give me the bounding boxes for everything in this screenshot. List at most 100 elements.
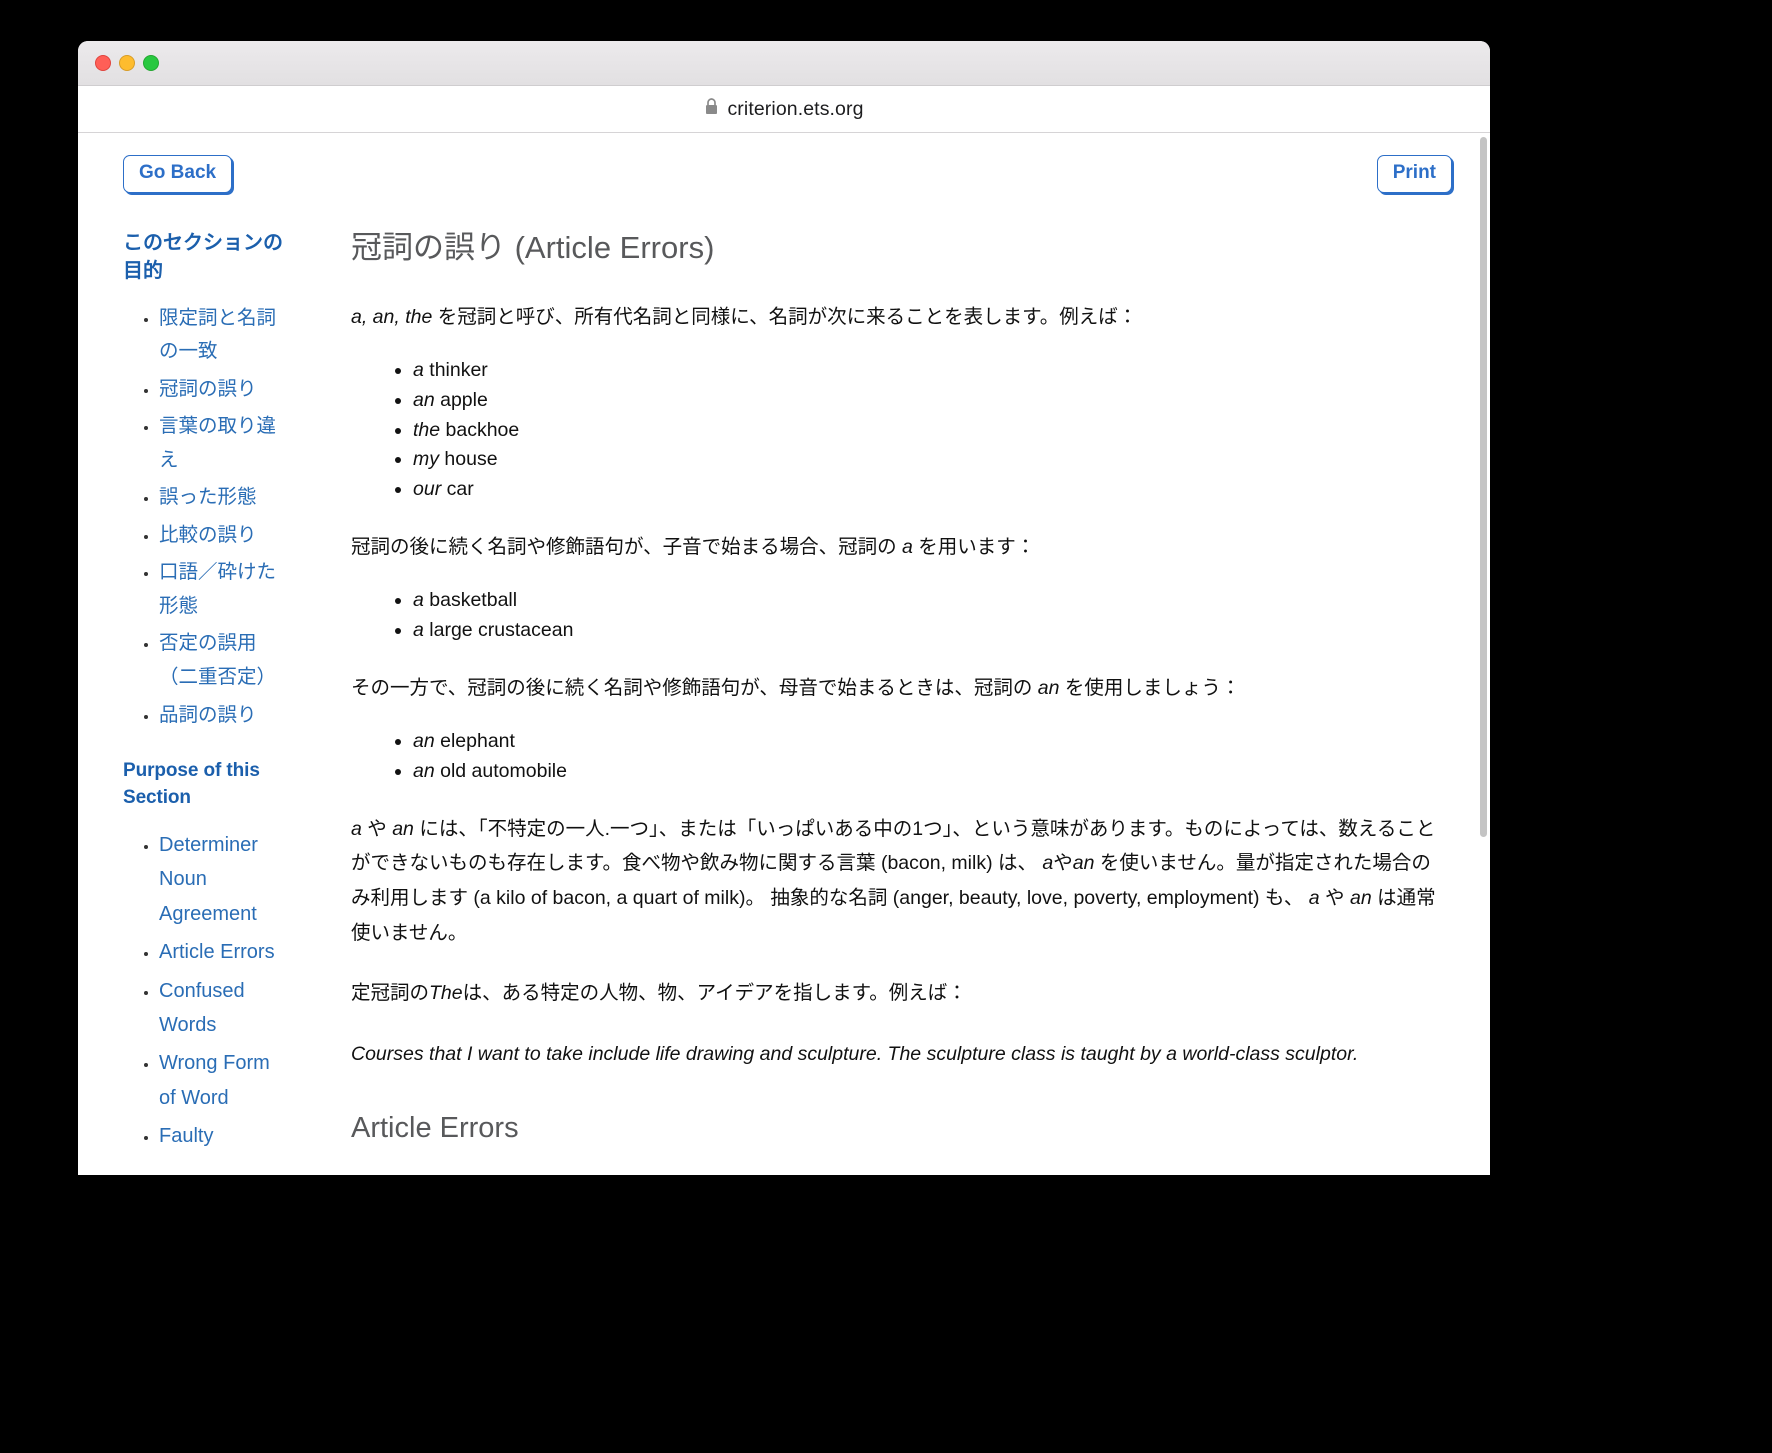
- consonant-article-emphasis: a: [902, 535, 913, 558]
- sidebar-item-wrong-part-of-speech-ja[interactable]: 品詞の誤り: [159, 704, 257, 726]
- browser-url-bar[interactable]: criterion.ets.org: [78, 86, 1490, 133]
- example-article: an: [413, 389, 435, 411]
- page-toolbar: Go Back Print: [78, 133, 1490, 193]
- go-back-button[interactable]: Go Back: [123, 155, 233, 193]
- page-viewport: Go Back Print このセクションの目的 限定詞と名詞の一致 冠詞の誤り…: [78, 133, 1490, 1175]
- minimize-window-button[interactable]: [119, 55, 135, 71]
- list-item: an apple: [413, 386, 1442, 415]
- list-item: Determiner Noun Agreement: [159, 828, 291, 931]
- list-item: Confused Words: [159, 974, 291, 1043]
- example-article: my: [413, 448, 439, 471]
- example-noun: backhoe: [440, 418, 520, 441]
- intro-text: を冠詞と呼び、所有代名詞と同様に、名詞が次に来ることを表します。例えば：: [432, 305, 1138, 328]
- article-body: 冠詞の誤り (Article Errors) a, an, the を冠詞と呼び…: [305, 229, 1452, 1175]
- sidebar-item-double-negative-ja[interactable]: 否定の誤用（二重否定）: [159, 632, 276, 688]
- long-em-4: an: [1072, 852, 1095, 875]
- sidebar-list-japanese: 限定詞と名詞の一致 冠詞の誤り 言葉の取り違え 誤った形態 比較の誤り 口語／砕…: [123, 302, 291, 732]
- example-article: a: [413, 589, 424, 612]
- list-item: an elephant: [413, 727, 1442, 756]
- example-list-consonant: a basketball a large crustacean: [351, 586, 1442, 644]
- example-article: an: [413, 760, 435, 782]
- example-noun: old automobile: [434, 760, 567, 782]
- list-item: Article Errors: [159, 935, 291, 969]
- the-emphasis: The: [429, 982, 463, 1005]
- traffic-light-group: [95, 55, 159, 71]
- maximize-window-button[interactable]: [143, 55, 159, 71]
- list-item: an old automobile: [413, 757, 1442, 786]
- browser-window: criterion.ets.org Go Back Print このセクションの…: [78, 41, 1490, 1175]
- the-text-end: は、ある特定の人物、物、アイデアを指します。例えば：: [462, 982, 967, 1005]
- desktop-background: criterion.ets.org Go Back Print このセクションの…: [0, 0, 1772, 1453]
- print-button[interactable]: Print: [1376, 155, 1452, 193]
- sidebar-item-faulty-comparison-ja[interactable]: 比較の誤り: [159, 524, 257, 546]
- example-list-vowel: an elephant an old automobile: [351, 727, 1442, 785]
- close-window-button[interactable]: [95, 55, 111, 71]
- consonant-text-end: を用います：: [912, 535, 1036, 558]
- paragraph-consonant-rule: 冠詞の後に続く名詞や修飾語句が、子音で始まる場合、冠詞の a を用います：: [351, 530, 1442, 565]
- sidebar-item-article-errors[interactable]: Article Errors: [159, 941, 275, 963]
- browser-titlebar: [78, 41, 1490, 86]
- paragraph-english-intro: A, an, and the are articles, which along…: [351, 1172, 1442, 1175]
- long-em-3: a: [1042, 852, 1054, 875]
- vowel-text-end: を使用しましょう：: [1059, 676, 1241, 699]
- example-article: an: [413, 730, 435, 753]
- consonant-text-start: 冠詞の後に続く名詞や修飾語句が、子音で始まる場合、冠詞の: [351, 535, 903, 558]
- long-text-3: や: [1053, 852, 1073, 875]
- sidebar-heading-english: Purpose of this Section: [123, 760, 260, 809]
- example-noun: car: [441, 477, 474, 500]
- list-item: 品詞の誤り: [159, 699, 291, 733]
- list-item: 口語／砕けた形態: [159, 556, 291, 623]
- page-scrollbar-thumb[interactable]: [1480, 137, 1487, 837]
- vowel-article-emphasis: an: [1037, 676, 1060, 699]
- page-title-japanese: 冠詞の誤り (Article Errors): [351, 229, 715, 265]
- list-item: a thinker: [413, 356, 1442, 385]
- sidebar-nav: このセクションの目的 限定詞と名詞の一致 冠詞の誤り 言葉の取り違え 誤った形態…: [123, 229, 305, 1175]
- intro-paragraph-japanese: a, an, the を冠詞と呼び、所有代名詞と同様に、名詞が次に来ることを表し…: [351, 300, 1442, 335]
- long-em-2: an: [392, 817, 414, 840]
- example-sentence-courses: Courses that I want to take include life…: [351, 1043, 1359, 1066]
- list-item: 言葉の取り違え: [159, 410, 291, 477]
- list-item: our car: [413, 475, 1442, 504]
- url-text: criterion.ets.org: [727, 97, 864, 120]
- long-em-6: an: [1349, 887, 1372, 910]
- list-item: a large crustacean: [413, 616, 1442, 645]
- paragraph-vowel-rule: その一方で、冠詞の後に続く名詞や修飾語句が、母音で始まるときは、冠詞の an を…: [351, 671, 1442, 706]
- the-text-start: 定冠詞の: [351, 982, 430, 1005]
- example-article: our: [413, 477, 442, 500]
- paragraph-definite-article: 定冠詞のTheは、ある特定の人物、物、アイデアを指します。例えば：: [351, 976, 1442, 1011]
- list-item: a basketball: [413, 586, 1442, 615]
- long-text-1: や: [361, 817, 393, 840]
- sidebar-item-wrong-form-of-word[interactable]: Wrong Form of Word: [159, 1052, 270, 1108]
- sidebar-item-determiner-noun-agreement-ja[interactable]: 限定詞と名詞の一致: [159, 307, 276, 363]
- sidebar-item-determiner-noun-agreement[interactable]: Determiner Noun Agreement: [159, 834, 258, 925]
- list-item: 冠詞の誤り: [159, 373, 291, 407]
- long-em-1: a: [351, 817, 362, 840]
- sidebar-heading-japanese: このセクションの目的: [123, 231, 283, 283]
- example-list-articles-1: a thinker an apple the backhoe my house …: [351, 356, 1442, 503]
- sidebar-item-informal-ja[interactable]: 口語／砕けた形態: [159, 561, 276, 617]
- example-noun: elephant: [434, 730, 515, 753]
- list-item: Wrong Form of Word: [159, 1046, 291, 1115]
- example-noun: thinker: [423, 359, 488, 382]
- list-item: 否定の誤用（二重否定）: [159, 627, 291, 694]
- list-item: 誤った形態: [159, 481, 291, 515]
- example-noun: basketball: [423, 589, 518, 612]
- intro-articles-emphasis: a, an, the: [351, 305, 433, 328]
- list-item: Faulty: [159, 1119, 291, 1153]
- sidebar-item-faulty[interactable]: Faulty: [159, 1125, 213, 1147]
- long-em-5: a: [1308, 887, 1320, 910]
- page-scrollbar-track[interactable]: [1478, 133, 1490, 1175]
- example-article: the: [413, 418, 441, 441]
- list-item: 限定詞と名詞の一致: [159, 302, 291, 369]
- long-text-5: や: [1319, 887, 1350, 910]
- sidebar-item-wrong-form-ja[interactable]: 誤った形態: [159, 486, 257, 508]
- example-article: a: [413, 618, 424, 641]
- vowel-text-start: その一方で、冠詞の後に続く名詞や修飾語句が、母音で始まるときは、冠詞の: [351, 676, 1038, 699]
- example-noun: house: [439, 448, 498, 471]
- sidebar-item-article-errors-ja[interactable]: 冠詞の誤り: [159, 378, 257, 400]
- sidebar-item-confused-words-ja[interactable]: 言葉の取り違え: [159, 415, 276, 471]
- sidebar-item-confused-words[interactable]: Confused Words: [159, 980, 245, 1036]
- section-title-article-errors-english: Article Errors: [351, 1111, 519, 1144]
- lock-icon: [704, 98, 719, 120]
- paragraph-indefinite-meaning: a や an には、「不特定の一人.一つ」、または「いっぱいある中の1つ」、とい…: [351, 812, 1442, 951]
